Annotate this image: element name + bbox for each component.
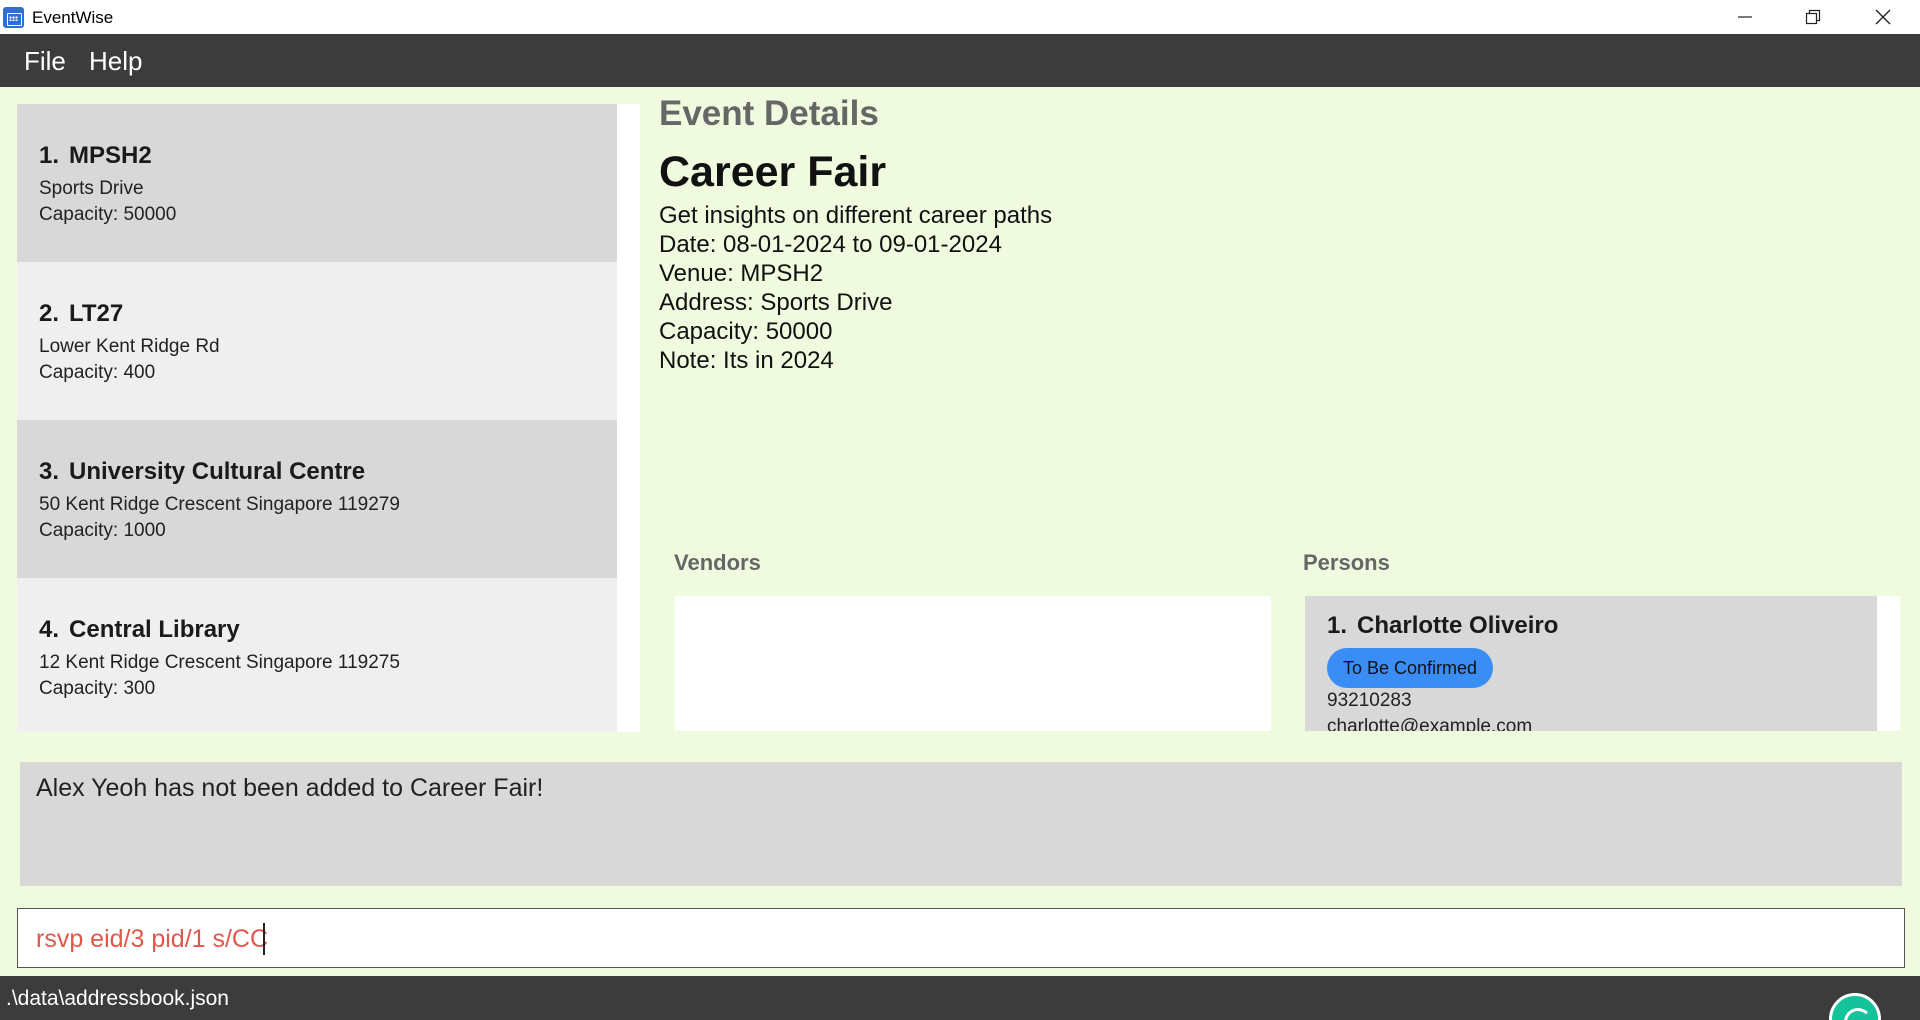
venue-capacity: Capacity: 50000 [39,204,177,225]
event-capacity: Capacity: 50000 [659,318,833,345]
minimize-icon [1738,16,1752,18]
command-input[interactable] [36,923,1876,955]
person-card[interactable]: 1. Charlotte Oliveiro To Be Confirmed 932… [1305,596,1877,731]
restore-button[interactable] [1778,0,1848,34]
result-display: Alex Yeoh has not been added to Career F… [20,762,1902,886]
rsvp-status-badge: To Be Confirmed [1327,648,1494,688]
close-icon [1875,9,1891,25]
venue-title: 2. LT27 [39,300,124,327]
calendar-app-icon [3,7,24,28]
venue-card[interactable]: 1. MPSH2 Sports Drive Capacity: 50000 [17,104,617,262]
venue-capacity: Capacity: 400 [39,362,156,383]
event-note: Note: Its in 2024 [659,347,834,374]
menu-help[interactable]: Help [89,46,142,77]
venue-address: Lower Kent Ridge Rd [39,336,220,357]
venue-card[interactable]: 4. Central Library 12 Kent Ridge Crescent… [17,578,617,732]
status-bar: .\data\addressbook.json [0,976,1920,1020]
venue-title: 4. Central Library [39,616,240,643]
venue-address: 50 Kent Ridge Crescent Singapore 119279 [39,494,400,515]
vendors-heading: Vendors [674,550,761,575]
venue-list-scrollbar[interactable] [617,104,640,732]
venue-title: 3. University Cultural Centre [39,458,366,485]
vendors-list[interactable] [675,596,1271,731]
menu-bar: File Help [0,34,1920,87]
venue-list[interactable]: 1. MPSH2 Sports Drive Capacity: 50000 2. L… [17,104,640,732]
venue-capacity: Capacity: 300 [39,678,156,699]
text-caret [263,923,265,955]
venue-address: 12 Kent Ridge Crescent Singapore 119275 [39,652,400,673]
person-name: 1. Charlotte Oliveiro [1327,612,1559,639]
event-date: Date: 08-01-2024 to 09-01-2024 [659,231,1002,258]
event-details-heading: Event Details [659,94,879,133]
person-email: charlotte@example.com [1327,716,1533,731]
title-bar: EventWise [0,0,1920,34]
venue-title: 1. MPSH2 [39,142,152,169]
event-description: Get insights on different career paths [659,202,1053,229]
menu-file[interactable]: File [24,46,66,77]
command-box[interactable] [17,908,1905,968]
event-address: Address: Sports Drive [659,289,893,316]
minimize-button[interactable] [1710,0,1780,34]
result-message: Alex Yeoh has not been added to Career F… [36,774,544,802]
persons-heading: Persons [1303,550,1390,575]
venue-card[interactable]: 3. University Cultural Centre 50 Kent Rid… [17,420,617,578]
event-name: Career Fair [659,148,887,196]
venue-card[interactable]: 2. LT27 Lower Kent Ridge Rd Capacity: 400 [17,262,617,420]
restore-icon [1805,9,1821,25]
venue-address: Sports Drive [39,178,144,199]
close-button[interactable] [1848,0,1918,34]
venue-capacity: Capacity: 1000 [39,520,166,541]
data-file-path: .\data\addressbook.json [6,987,229,1010]
window-title: EventWise [32,8,114,27]
person-phone: 93210283 [1327,690,1412,711]
persons-list[interactable]: 1. Charlotte Oliveiro To Be Confirmed 932… [1305,596,1900,731]
event-venue: Venue: MPSH2 [659,260,824,287]
